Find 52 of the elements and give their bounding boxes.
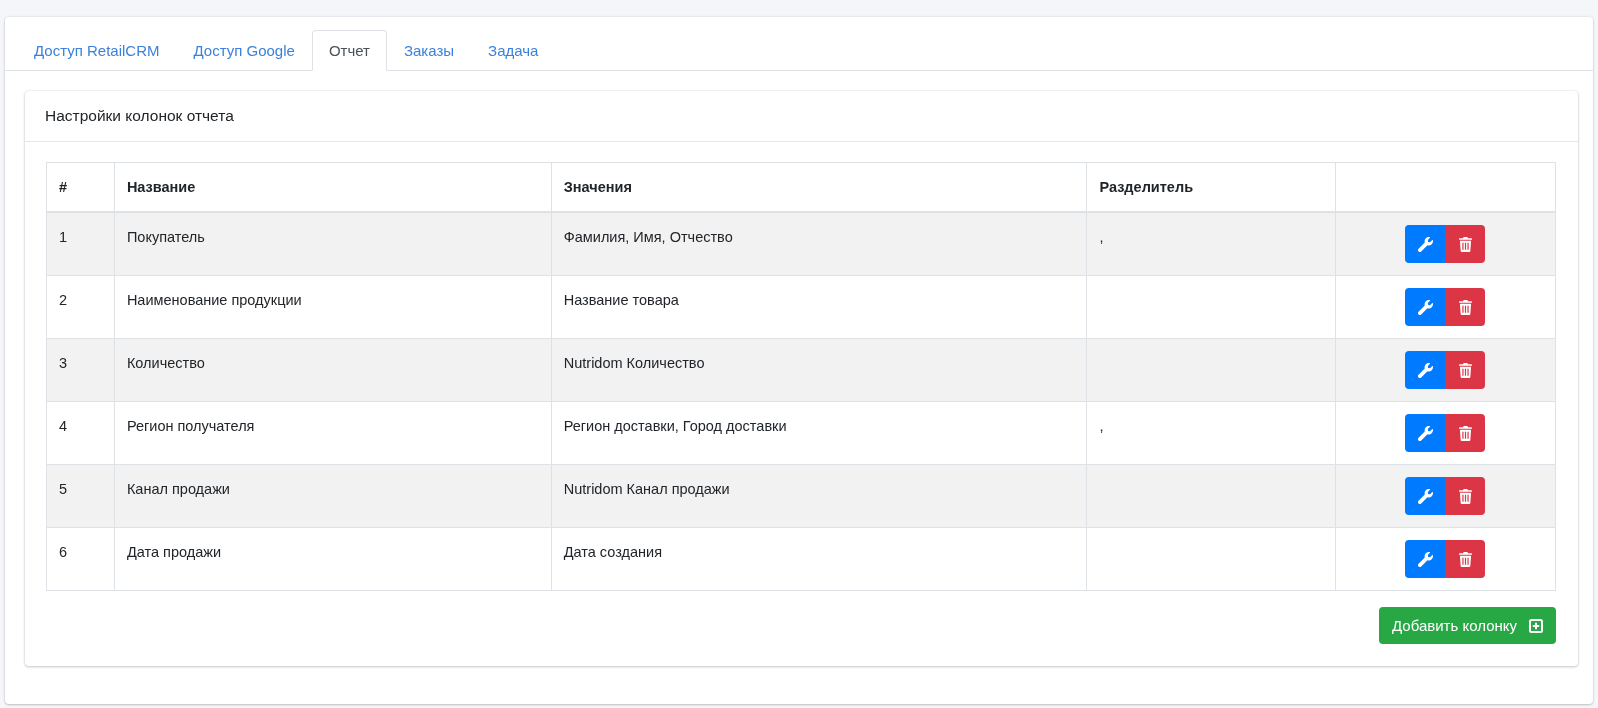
trash-icon (1458, 551, 1472, 567)
trash-icon (1458, 425, 1472, 441)
delete-button[interactable] (1445, 351, 1486, 389)
table-cell: Покупатель (114, 212, 552, 276)
edit-button[interactable] (1405, 288, 1446, 326)
table-cell: Nutridom Канал продажи (551, 464, 1087, 528)
table-cell: , (1086, 401, 1336, 465)
table-cell: Регион доставки, Город доставки (551, 401, 1087, 465)
table-cell: 2 (46, 275, 115, 339)
table-cell: Наименование продукции (114, 275, 552, 339)
table-cell: Регион получателя (114, 401, 552, 465)
trash-icon (1458, 236, 1472, 252)
table-cell: 6 (46, 527, 115, 591)
delete-button[interactable] (1445, 288, 1486, 326)
tab[interactable]: Отчет (311, 30, 387, 71)
table-cell: Nutridom Количество (551, 338, 1087, 402)
wrench-icon (1417, 299, 1433, 315)
wrench-icon (1417, 425, 1433, 441)
table-cell: Канал продажи (114, 464, 552, 528)
tab[interactable]: Доступ RetailCRM (17, 30, 177, 71)
table-cell: Дата создания (551, 527, 1087, 591)
wrench-icon (1417, 236, 1433, 252)
wrench-icon (1417, 488, 1433, 504)
plus-square-icon (1529, 618, 1543, 633)
delete-button[interactable] (1445, 414, 1486, 452)
table-cell: Название товара (551, 275, 1087, 339)
edit-button[interactable] (1405, 414, 1446, 452)
table-cell: 3 (46, 338, 115, 402)
edit-button[interactable] (1405, 540, 1446, 578)
table-cell: Фамилия, Имя, Отчество (551, 212, 1087, 276)
card-title: Настройки колонок отчета (25, 91, 1578, 142)
table-cell: Количество (114, 338, 552, 402)
table-cell: 5 (46, 464, 115, 528)
add-column-button[interactable]: Добавить колонку (1379, 607, 1556, 644)
edit-button[interactable] (1405, 351, 1446, 389)
edit-button[interactable] (1405, 477, 1446, 515)
wrench-icon (1417, 551, 1433, 567)
trash-icon (1458, 299, 1472, 315)
edit-button[interactable] (1405, 225, 1446, 263)
table-cell: 1 (46, 212, 115, 276)
table-cell: 4 (46, 401, 115, 465)
tab[interactable]: Задача (471, 30, 556, 71)
table-cell: , (1086, 212, 1336, 276)
delete-button[interactable] (1445, 477, 1486, 515)
table-cell: Дата продажи (114, 527, 552, 591)
delete-button[interactable] (1445, 540, 1486, 578)
tab[interactable]: Доступ Google (176, 30, 312, 71)
wrench-icon (1417, 362, 1433, 378)
trash-icon (1458, 362, 1472, 378)
tab[interactable]: Заказы (386, 30, 472, 71)
trash-icon (1458, 488, 1472, 504)
delete-button[interactable] (1445, 225, 1486, 263)
